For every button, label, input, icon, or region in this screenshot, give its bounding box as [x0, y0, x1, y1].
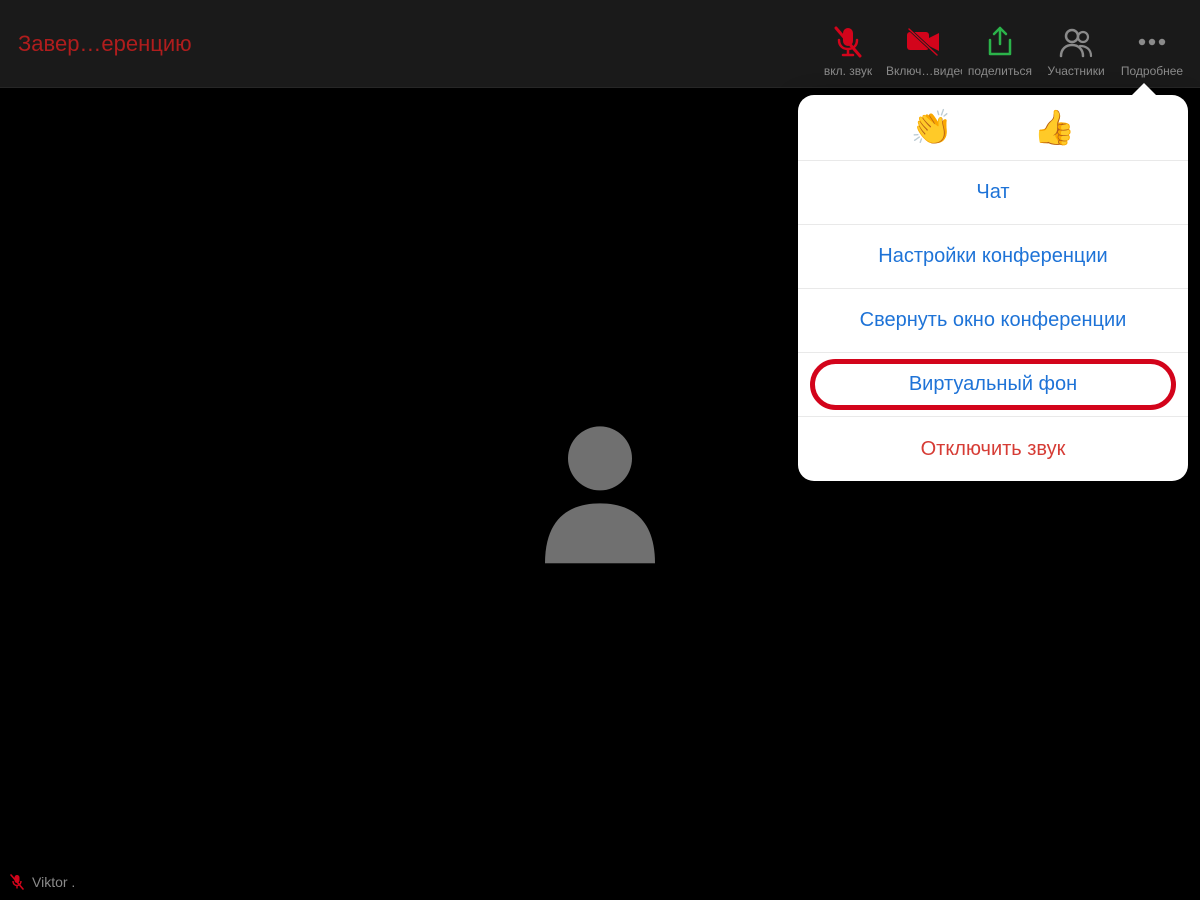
menu-virtual-background-label: Виртуальный фон [909, 373, 1077, 396]
toolbar-share-button[interactable]: поделиться [962, 24, 1038, 78]
default-avatar-icon [535, 413, 665, 568]
toolbar-participants-button[interactable]: Участники [1038, 24, 1114, 78]
menu-chat[interactable]: Чат [798, 161, 1188, 225]
toolbar-more-label: Подробнее [1121, 64, 1183, 78]
toolbar-audio-button[interactable]: вкл. звук [810, 24, 886, 78]
microphone-muted-icon [828, 24, 868, 60]
reaction-clap-button[interactable]: 👏 [911, 111, 953, 145]
toolbar-more-button[interactable]: Подробнее [1114, 24, 1190, 78]
toolbar-video-label: Включ…видео [886, 64, 962, 78]
share-icon [980, 24, 1020, 60]
microphone-muted-small-icon [10, 874, 24, 890]
top-toolbar: Завер…еренцию вкл. звук [0, 0, 1200, 88]
more-popover: 👏 👍 Чат Настройки конференции Свернуть о… [798, 95, 1188, 481]
reaction-thumbs-up-button[interactable]: 👍 [1033, 111, 1075, 145]
menu-virtual-background[interactable]: Виртуальный фон [798, 353, 1188, 417]
reactions-row: 👏 👍 [798, 95, 1188, 161]
participant-name-badge: Viktor . [10, 874, 75, 890]
toolbar-participants-label: Участники [1047, 64, 1104, 78]
camera-off-icon [904, 24, 944, 60]
toolbar-share-label: поделиться [968, 64, 1032, 78]
participant-name: Viktor . [32, 874, 75, 890]
menu-minimize-window[interactable]: Свернуть окно конференции [798, 289, 1188, 353]
menu-meeting-settings[interactable]: Настройки конференции [798, 225, 1188, 289]
participants-icon [1056, 24, 1096, 60]
end-meeting-button[interactable]: Завер…еренцию [18, 31, 192, 57]
more-ellipsis-icon [1132, 24, 1172, 60]
toolbar-actions: вкл. звук Включ…видео под [810, 10, 1190, 78]
menu-disable-audio[interactable]: Отключить звук [798, 417, 1188, 481]
toolbar-audio-label: вкл. звук [824, 64, 872, 78]
toolbar-video-button[interactable]: Включ…видео [886, 24, 962, 78]
